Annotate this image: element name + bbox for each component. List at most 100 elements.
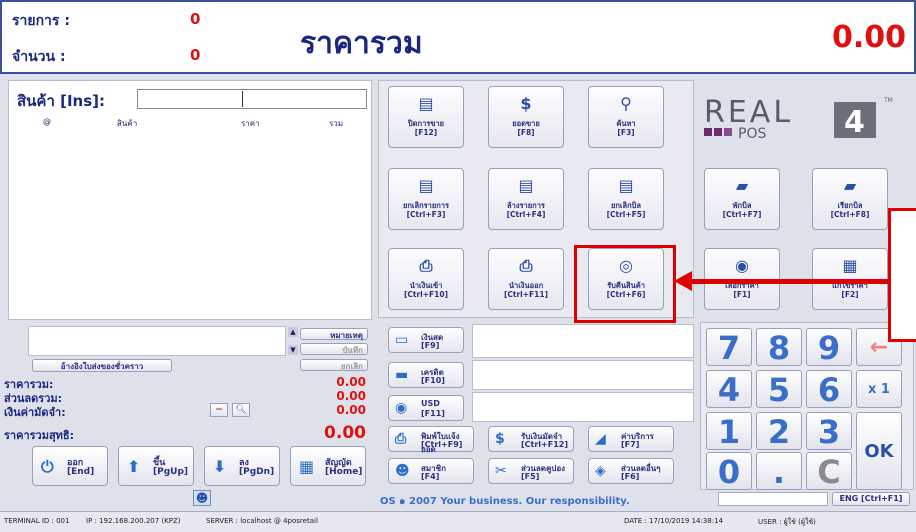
cancel-bill-button[interactable]: ▤ ยกเลิกบิล [Ctrl+F5] (588, 168, 664, 230)
net-total-label: ราคารวมสุทธิ: (4, 429, 75, 442)
numpad-key[interactable]: 2 (756, 412, 802, 451)
coin-icon: ◉ (395, 400, 408, 416)
credit-button[interactable]: ▬ เครดิต [F10] (388, 362, 464, 388)
usd-button[interactable]: ◉ USD [F11] (388, 395, 464, 421)
arrow-up-icon: ⬆ (127, 457, 141, 476)
highlight-arrow (690, 279, 890, 284)
numpad-key[interactable]: 7 (706, 328, 752, 367)
scroll-up-icon[interactable]: ▲ (288, 327, 298, 337)
button-label: ยกเลิกรายการ (402, 201, 450, 210)
document-icon: ▤ (418, 94, 434, 113)
numpad-key[interactable]: . (756, 452, 802, 491)
notes-box[interactable] (28, 326, 286, 356)
multiply-button[interactable]: x 1 (856, 370, 902, 408)
terminal-id: TERMINAL ID : 001 (4, 517, 70, 525)
numpad-key[interactable]: C (806, 452, 852, 491)
page-down-button[interactable]: ⬇ ลง [PgDn] (204, 446, 280, 486)
discount-value: 0.00 (336, 389, 366, 403)
status-bar: TERMINAL ID : 001 IP : 192.168.200.207 (… (0, 511, 916, 532)
card-icon: ▬ (395, 367, 409, 383)
numpad-key[interactable]: 8 (756, 328, 802, 367)
clear-items-button[interactable]: ▤ ล้างรายการ [Ctrl+F4] (488, 168, 564, 230)
page-up-button[interactable]: ⬆ ขึ้น [PgUp] (118, 446, 194, 486)
numpad-key[interactable]: 0 (706, 452, 752, 491)
calculator-icon: ▦ (842, 256, 858, 275)
cash-out-button[interactable]: ⎙ นำเงินออก [Ctrl+F11] (488, 248, 564, 310)
marquee-text: OS ๑ 2007 Your business. Our responsibil… (380, 496, 630, 507)
recall-bill-button[interactable]: ▰ เรียกบิล [Ctrl+F8] (812, 168, 888, 230)
column-header: ราคา (241, 119, 260, 128)
shortcut-label: [Ctrl+F4] (506, 210, 546, 219)
receive-deposit-button[interactable]: $ รับเงินมัดจำ [Ctrl+F12] (488, 426, 574, 452)
search-deposit-icon[interactable]: 🔍︎ (232, 403, 250, 417)
hold-bill-button[interactable]: ▰ พักบิล [Ctrl+F7] (704, 168, 780, 230)
scroll-down-icon[interactable]: ▼ (288, 345, 298, 355)
shortcut-label: [F2] (841, 290, 859, 299)
product-input[interactable] (137, 89, 367, 109)
ip-address: IP : 192.168.200.207 (KPZ) (86, 517, 181, 525)
cash-in-button[interactable]: ⎙ นำเงินเข้า [Ctrl+F10] (388, 248, 464, 310)
numpad-key[interactable]: 3 (806, 412, 852, 451)
other-discount-button[interactable]: ◈ ส่วนลดอื่นๆ [F6] (588, 458, 674, 484)
service-fee-button[interactable]: ◢ ค่าบริการ [F7] (588, 426, 674, 452)
date-time: DATE : 17/10/2019 14:38:14 (624, 517, 724, 525)
server-info: SERVER : localhost @ 4posretail (206, 517, 318, 525)
shortcut-label: [F4] (421, 472, 440, 481)
button-label: นำเงินเข้า (409, 281, 443, 290)
cancel-note-button[interactable]: ยกเลิก (300, 359, 368, 371)
minus-icon[interactable]: − (210, 403, 228, 417)
reference-button[interactable]: อ้างอิงใบส่งของชั่วคราว (32, 359, 172, 372)
shortcut-label: [F12] (414, 128, 438, 137)
realpos-logo: REAL POS 4 TM (704, 88, 904, 148)
member-button[interactable]: ☻ สมาชิก [F4] (388, 458, 474, 484)
quantity-label: จำนวน : (12, 49, 66, 65)
exit-button[interactable]: ⏻ ออก [End] (32, 446, 108, 486)
shortcut-label: [Ctrl+F3] (406, 210, 446, 219)
grand-total-title: ราคารวม (300, 26, 423, 61)
button-label: ยกเลิกบิล (611, 201, 641, 210)
highlight-box (574, 245, 676, 323)
sales-total-button[interactable]: $ ยอดขาย [F8] (488, 86, 564, 148)
shortcut-label: [F11] (421, 409, 445, 418)
lang-field (718, 492, 828, 506)
coupon-button[interactable]: ✂ ส่วนลดคูปอง [F5] (488, 458, 574, 484)
shortcut-label: [F1] (733, 290, 751, 299)
button-label: พักบิล (732, 201, 752, 210)
document-icon: ▤ (518, 176, 534, 195)
cancel-item-button[interactable]: ▤ ยกเลิกรายการ [Ctrl+F3] (388, 168, 464, 230)
credit-amount-field[interactable] (472, 360, 694, 390)
items-count: 0 (190, 10, 201, 28)
coin-icon: ◉ (735, 256, 749, 275)
shortcut-label: [Ctrl+F8] (830, 210, 870, 219)
product-panel: สินค้า [Ins]: @ สินค้า ราคา รวม (8, 80, 372, 320)
numpad-key[interactable]: 1 (706, 412, 752, 451)
svg-text:4: 4 (844, 105, 865, 140)
dollar-icon: $ (520, 94, 532, 113)
items-label: รายการ : (12, 13, 70, 29)
cash-amount-field[interactable] (472, 324, 694, 358)
contract-button[interactable]: ▦ สัญญัด [Home] (290, 446, 366, 486)
close-shift-button[interactable]: ▤ ปิดการขาย [F12] (388, 86, 464, 148)
user-info: USER : ผู้ใช้ (ผู้ใช้) (758, 518, 816, 526)
folder-icon: ▰ (735, 176, 749, 195)
note-button[interactable]: หมายเหตุ (300, 328, 368, 340)
cash-button[interactable]: ▭ เงินสด [F9] (388, 327, 464, 353)
numpad-key[interactable]: 5 (756, 370, 802, 409)
language-button[interactable]: ENG [Ctrl+F1] (832, 492, 910, 506)
car-icon: ◢ (595, 431, 606, 447)
numpad-key[interactable]: 4 (706, 370, 752, 409)
save-note-button[interactable]: บันทึก (300, 343, 368, 355)
numpad-key[interactable]: 9 (806, 328, 852, 367)
button-label: นำเงินออก (508, 281, 544, 290)
shortcut-label: [F9] (421, 341, 440, 350)
search-button[interactable]: ⚲ ค้นหา [F3] (588, 86, 664, 148)
folder-icon: ▰ (843, 176, 857, 195)
usd-amount-field[interactable] (472, 392, 694, 422)
print-invoice-button[interactable]: ⎙ พิมพ์ใบแจ้งยอด [Ctrl+F9] (388, 426, 474, 454)
tag-icon: ◈ (595, 463, 606, 479)
ok-button[interactable]: OK (856, 412, 902, 490)
shortcut-label: [F3] (617, 128, 635, 137)
user-icon[interactable]: ☻ (193, 490, 211, 506)
numpad-key[interactable]: 6 (806, 370, 852, 409)
button-label: ปิดการขาย (407, 119, 445, 128)
